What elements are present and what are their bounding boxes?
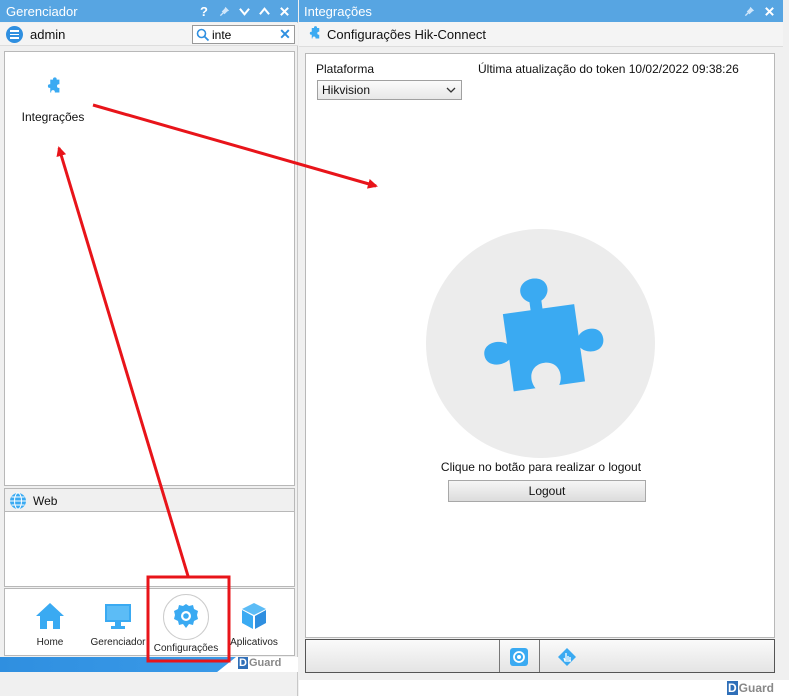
platform-select-value: Hikvision bbox=[322, 83, 371, 97]
gerenciador-panel: Gerenciador ? admin ✕ bbox=[0, 0, 298, 696]
puzzle-illustration bbox=[426, 229, 655, 458]
globe-icon bbox=[10, 492, 26, 510]
puzzle-icon bbox=[309, 26, 320, 39]
clear-search-icon[interactable]: ✕ bbox=[278, 27, 292, 42]
search-results-area: Integrações bbox=[4, 51, 295, 486]
web-section-header[interactable]: Web bbox=[4, 488, 295, 512]
search-input[interactable] bbox=[212, 27, 272, 42]
integracoes-subheader: Configurações Hik-Connect bbox=[299, 22, 783, 47]
pin-icon[interactable] bbox=[739, 0, 759, 22]
integracoes-title: Integrações bbox=[304, 3, 372, 19]
nav-configuracoes[interactable]: Configurações bbox=[150, 594, 222, 654]
toolbar-separator bbox=[499, 640, 500, 672]
gear-icon bbox=[174, 604, 198, 628]
config-selected-circle bbox=[163, 594, 209, 640]
logout-button[interactable]: Logout bbox=[448, 480, 646, 502]
page-title: Configurações Hik-Connect bbox=[327, 27, 486, 42]
token-update-label: Última atualização do token 10/02/2022 0… bbox=[478, 62, 739, 76]
web-section-label: Web bbox=[33, 494, 58, 508]
platform-select[interactable]: Hikvision bbox=[317, 80, 462, 100]
chevron-down-icon bbox=[446, 87, 456, 93]
gerenciador-title: Gerenciador bbox=[6, 3, 78, 19]
integracoes-content: Plataforma Hikvision Última atualização … bbox=[305, 53, 775, 638]
puzzle-icon bbox=[47, 77, 60, 93]
home-icon bbox=[36, 603, 64, 629]
nav-gerenciador[interactable]: Gerenciador bbox=[82, 597, 154, 648]
integracoes-panel: Integrações Configurações Hik-Connect Pl… bbox=[299, 0, 789, 696]
hamburger-menu-icon[interactable] bbox=[6, 26, 23, 43]
right-footer bbox=[299, 680, 789, 696]
cube-icon bbox=[242, 603, 266, 629]
close-icon[interactable] bbox=[759, 0, 779, 22]
settings-icon[interactable] bbox=[509, 647, 529, 667]
toolbar-separator bbox=[539, 640, 540, 672]
platform-label: Plataforma bbox=[316, 62, 375, 76]
dguard-logo: D Guard bbox=[727, 681, 775, 695]
touch-hand-icon[interactable] bbox=[557, 647, 577, 667]
integracoes-tile[interactable]: Integrações bbox=[19, 72, 87, 132]
logout-instruction: Clique no botão para realizar o logout bbox=[440, 460, 642, 474]
bottom-toolbar bbox=[305, 639, 775, 673]
gerenciador-titlebar: Gerenciador ? bbox=[0, 0, 298, 22]
nav-home[interactable]: Home bbox=[14, 597, 86, 648]
nav-configuracoes-label: Configurações bbox=[153, 643, 219, 654]
nav-home-label: Home bbox=[36, 637, 64, 648]
help-icon[interactable]: ? bbox=[194, 0, 214, 22]
dguard-logo: D Guard bbox=[238, 657, 282, 669]
integracoes-tile-label: Integrações bbox=[21, 110, 85, 124]
nav-aplicativos-label: Aplicativos bbox=[230, 637, 278, 648]
close-icon[interactable] bbox=[274, 0, 294, 22]
username: admin bbox=[30, 27, 66, 42]
bottom-navigation: Home Gerenciador Configurações Aplicativ… bbox=[4, 588, 295, 656]
monitor-icon bbox=[105, 604, 131, 629]
nav-aplicativos[interactable]: Aplicativos bbox=[218, 597, 290, 648]
search-icon bbox=[196, 28, 210, 42]
puzzle-icon bbox=[484, 278, 604, 392]
web-section-content bbox=[4, 512, 295, 587]
chevron-down-icon[interactable] bbox=[234, 0, 254, 22]
chevron-up-icon[interactable] bbox=[254, 0, 274, 22]
nav-gerenciador-label: Gerenciador bbox=[90, 637, 146, 648]
search-box[interactable]: ✕ bbox=[192, 25, 295, 44]
pin-icon[interactable] bbox=[214, 0, 234, 22]
footer-accent-stripe bbox=[0, 657, 236, 672]
integracoes-titlebar: Integrações bbox=[299, 0, 783, 22]
